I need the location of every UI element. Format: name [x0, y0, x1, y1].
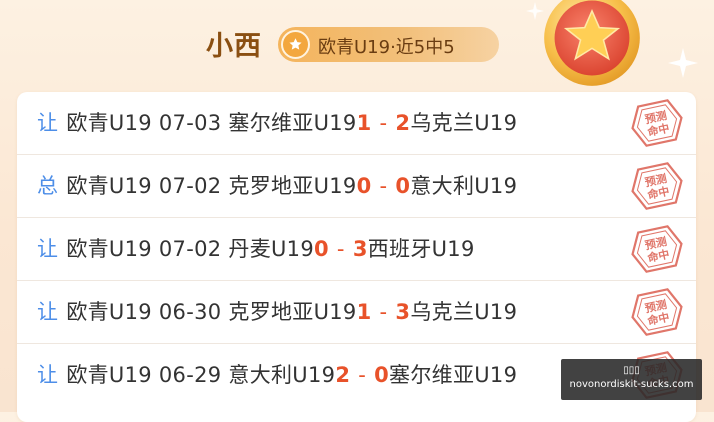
watermark-line2: novonordiskit-sucks.com	[569, 379, 694, 390]
bet-type-tag: 让	[37, 363, 59, 387]
score-separator: -	[379, 174, 388, 198]
score-separator: -	[379, 111, 388, 135]
bet-type-tag: 让	[37, 300, 59, 324]
away-score: 0	[395, 174, 411, 198]
league: 欧青U19	[66, 111, 152, 135]
hit-stamp-icon: 预测 命中	[631, 225, 683, 273]
away-score: 3	[352, 237, 368, 261]
home-team: 意大利U19	[228, 363, 336, 387]
match-date: 06-29	[158, 363, 222, 387]
bet-type-tag: 让	[37, 237, 59, 261]
match-line: 让欧青U19 06-30 克罗地亚U191-3乌克兰U19	[37, 296, 517, 326]
match-date: 07-02	[158, 237, 222, 261]
home-team: 克罗地亚U19	[228, 174, 357, 198]
away-team: 塞尔维亚U19	[389, 363, 518, 387]
match-date: 06-30	[158, 300, 222, 324]
league: 欧青U19	[66, 174, 152, 198]
list-item[interactable]: 让欧青U19 07-02 丹麦U190-3西班牙U19 预测 命中	[17, 218, 696, 281]
bet-type-tag: 总	[37, 174, 59, 198]
match-line: 让欧青U19 06-29 意大利U192-0塞尔维亚U19	[37, 359, 517, 389]
watermark: ▯▯▯ novonordiskit-sucks.com	[561, 359, 702, 400]
hit-stamp-icon: 预测 命中	[631, 99, 683, 147]
sparkle-icon	[668, 48, 698, 78]
list-item[interactable]: 总欧青U19 07-02 克罗地亚U190-0意大利U19 预测 命中	[17, 155, 696, 218]
expert-name: 小西	[206, 31, 262, 62]
away-team: 乌克兰U19	[410, 111, 518, 135]
record-badge: 欧青U19·近5中5	[278, 27, 499, 62]
league: 欧青U19	[66, 237, 152, 261]
star-medal-icon	[544, 0, 640, 86]
bet-type-tag: 让	[37, 111, 59, 135]
match-line: 总欧青U19 07-02 克罗地亚U190-0意大利U19	[37, 170, 517, 200]
match-date: 07-03	[158, 111, 222, 135]
away-team: 乌克兰U19	[410, 300, 518, 324]
league: 欧青U19	[66, 300, 152, 324]
home-score: 1	[356, 111, 372, 135]
record-badge-text: 欧青U19·近5中5	[318, 37, 455, 58]
away-score: 3	[395, 300, 411, 324]
score-separator: -	[358, 363, 367, 387]
score-separator: -	[379, 300, 388, 324]
away-score: 0	[374, 363, 390, 387]
home-team: 克罗地亚U19	[228, 300, 357, 324]
home-score: 0	[356, 174, 372, 198]
away-team: 意大利U19	[410, 174, 518, 198]
home-score: 1	[356, 300, 372, 324]
match-line: 让欧青U19 07-02 丹麦U190-3西班牙U19	[37, 233, 475, 263]
home-team: 塞尔维亚U19	[228, 111, 357, 135]
home-score: 0	[314, 237, 329, 261]
watermark-line1: ▯▯▯	[623, 365, 640, 376]
league: 欧青U19	[66, 363, 152, 387]
away-score: 2	[395, 111, 411, 135]
star-icon	[281, 30, 310, 59]
match-date: 07-02	[158, 174, 222, 198]
profile-header: 小西 欧青U19·近5中5	[0, 0, 714, 92]
hit-stamp-icon: 预测 命中	[631, 162, 683, 210]
list-item[interactable]: 让欧青U19 06-30 克罗地亚U191-3乌克兰U19 预测 命中	[17, 281, 696, 344]
away-team: 西班牙U19	[367, 237, 475, 261]
list-item[interactable]: 让欧青U19 07-03 塞尔维亚U191-2乌克兰U19 预测 命中	[17, 92, 696, 155]
match-line: 让欧青U19 07-03 塞尔维亚U191-2乌克兰U19	[37, 107, 517, 137]
home-score: 2	[335, 363, 351, 387]
home-team: 丹麦U19	[228, 237, 314, 261]
score-separator: -	[336, 237, 345, 261]
hit-stamp-icon: 预测 命中	[631, 288, 683, 336]
